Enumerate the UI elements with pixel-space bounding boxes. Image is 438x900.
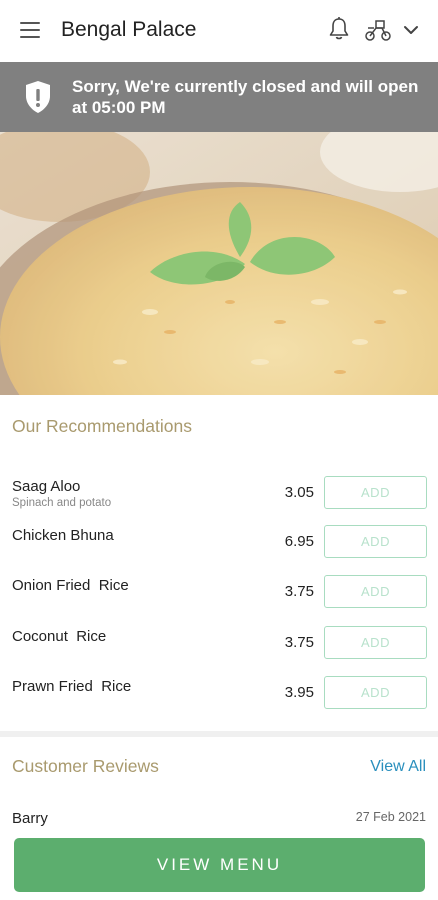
list-item: Onion Fried Rice 3.75 ADD	[0, 571, 438, 611]
view-menu-button[interactable]: VIEW MENU	[14, 838, 425, 892]
item-name: Onion Fried Rice	[12, 577, 129, 594]
add-button[interactable]: ADD	[324, 676, 427, 709]
add-button[interactable]: ADD	[324, 626, 427, 659]
item-price: 3.75	[284, 634, 314, 651]
review-date: 27 Feb 2021	[355, 810, 426, 824]
fried-rice-with-mint-photo	[0, 132, 438, 395]
closed-message: Sorry, We're currently closed and will o…	[72, 77, 419, 117]
reviewer-name: Barry	[12, 810, 48, 827]
add-button[interactable]: ADD	[324, 575, 427, 608]
shield-alert-icon	[26, 81, 50, 113]
item-name: Saag Aloo	[12, 478, 81, 495]
list-item: Chicken Bhuna 6.95 ADD	[0, 521, 438, 561]
chevron-down-icon[interactable]	[403, 24, 419, 36]
page-title: Bengal Palace	[61, 18, 197, 41]
app-header: Bengal Palace	[0, 0, 438, 62]
item-name: Chicken Bhuna	[12, 527, 114, 544]
item-price: 3.05	[284, 484, 314, 501]
hero-image	[0, 132, 438, 395]
list-item: Prawn Fried Rice 3.95 ADD	[0, 672, 438, 712]
add-button[interactable]: ADD	[324, 476, 427, 509]
add-button[interactable]: ADD	[324, 525, 427, 558]
item-price: 3.75	[284, 583, 314, 600]
closed-banner: Sorry, We're currently closed and will o…	[0, 62, 438, 132]
item-price: 3.95	[284, 684, 314, 701]
view-all-link[interactable]: View All	[370, 758, 426, 776]
delivery-bike-icon[interactable]	[364, 18, 392, 42]
bell-icon[interactable]	[326, 16, 352, 42]
section-divider	[0, 731, 438, 737]
list-item: Coconut Rice 3.75 ADD	[0, 622, 438, 662]
list-item: Saag Aloo Spinach and potato 3.05 ADD	[0, 472, 438, 512]
reviews-title: Customer Reviews	[12, 756, 159, 776]
menu-icon[interactable]	[20, 22, 40, 38]
item-name: Prawn Fried Rice	[12, 678, 132, 695]
item-description: Spinach and potato	[12, 497, 112, 509]
recommendations-title: Our Recommendations	[12, 416, 192, 436]
item-price: 6.95	[284, 533, 314, 550]
item-name: Coconut Rice	[12, 628, 107, 645]
